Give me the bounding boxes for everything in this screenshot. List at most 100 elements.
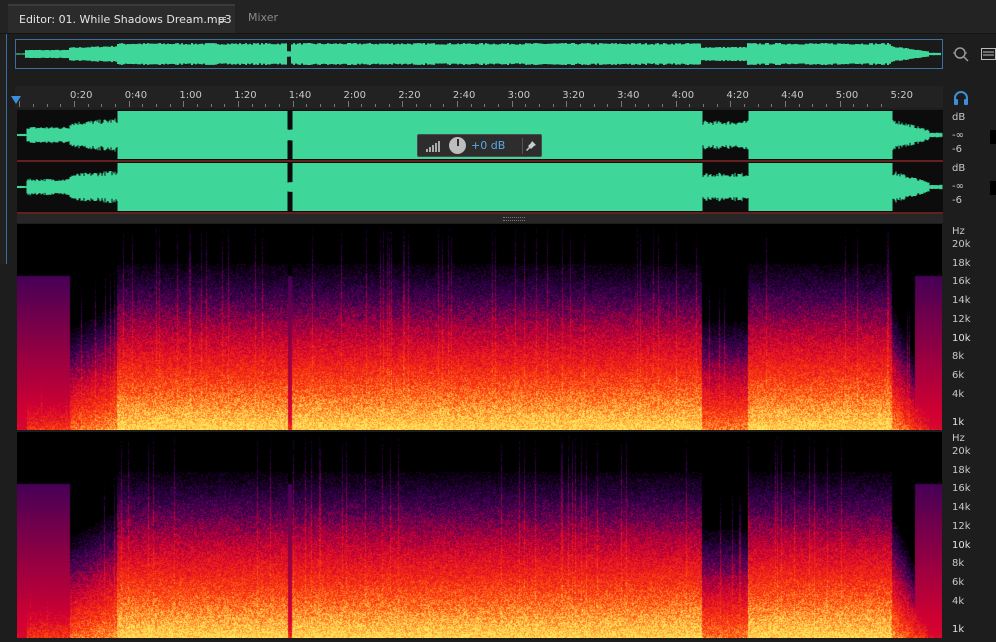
ruler-tick [456, 101, 458, 107]
ruler-tick [183, 101, 185, 107]
waveform-display[interactable] [16, 110, 943, 214]
ruler-tick [443, 104, 445, 107]
frequency-label: 1k [952, 417, 965, 428]
spectral-display-left[interactable] [17, 224, 942, 430]
ruler-label: 0:20 [70, 90, 93, 101]
ruler-label: 2:00 [343, 90, 366, 101]
ruler-label: 3:00 [507, 90, 531, 101]
ruler-tick [60, 104, 62, 107]
frequency-label: 6k [952, 370, 965, 381]
view-splitter[interactable] [17, 214, 943, 223]
ruler-tick [538, 104, 540, 107]
frequency-label: 18k [952, 465, 971, 476]
overview-wave-path [16, 42, 941, 66]
ruler-label: 4:00 [671, 90, 695, 101]
frequency-label: 18k [952, 258, 971, 269]
waveform-right-channel [16, 163, 943, 211]
ruler-tick [347, 101, 349, 107]
ruler-tick [798, 104, 800, 107]
db-unit: dB [952, 112, 966, 123]
frequency-label: 14k [952, 295, 971, 306]
ruler-label: 5:20 [890, 90, 913, 101]
spectrogram-right [17, 432, 942, 638]
tab-editor-label: Editor: 01. While Shadows Dream.mp3 [19, 13, 232, 26]
frequency-unit: Hz [952, 226, 965, 237]
ruler-tick [333, 104, 335, 107]
tab-editor[interactable]: Editor: 01. While Shadows Dream.mp3 ≡ [8, 4, 235, 33]
ruler-tick [142, 104, 144, 107]
ruler-label: 2:20 [398, 90, 421, 101]
ruler-tick [32, 104, 34, 107]
ruler-tick [429, 104, 431, 107]
tab-bar: Editor: 01. While Shadows Dream.mp3 ≡ Mi… [0, 0, 996, 34]
ruler-tick [593, 104, 595, 107]
ruler-tick [566, 101, 568, 107]
zoom-icon[interactable] [952, 45, 970, 63]
db-minus6: -6 [952, 195, 962, 206]
gain-hud[interactable]: +0 dB [417, 134, 542, 157]
ruler-tick [689, 104, 691, 107]
spectral-display-right[interactable] [17, 432, 942, 638]
ruler-tick [265, 104, 267, 107]
ruler-tick [757, 104, 759, 107]
side-meter [990, 181, 996, 195]
frequency-label: 10k [952, 333, 971, 344]
frequency-label: 20k [952, 239, 971, 250]
ruler-tick [662, 104, 664, 107]
ruler-tick [730, 101, 732, 107]
ruler-tick [292, 101, 294, 107]
db-inf: -∞ [952, 181, 964, 192]
ruler-tick [867, 104, 869, 107]
frequency-label: 8k [952, 558, 965, 569]
playhead-marker[interactable] [11, 96, 21, 104]
gain-knob[interactable] [449, 137, 466, 154]
side-meter [990, 130, 996, 144]
ruler-tick [552, 104, 554, 107]
ruler-tick [74, 101, 75, 107]
ruler-tick [238, 101, 240, 107]
ruler-tick [579, 104, 581, 107]
ruler-tick [210, 104, 212, 107]
splitter-grip[interactable] [503, 217, 525, 221]
ruler-tick [470, 104, 472, 107]
ruler-tick [101, 104, 103, 107]
headphones-icon[interactable] [953, 91, 969, 105]
ruler-tick [716, 104, 718, 107]
ruler-tick [826, 104, 828, 107]
tab-menu-icon[interactable]: ≡ [218, 6, 227, 34]
tab-mixer[interactable]: Mixer [236, 4, 296, 33]
ruler-tick [497, 104, 499, 107]
ruler-tick [415, 104, 417, 107]
ruler-label: 3:20 [562, 90, 585, 101]
signal-meter-icon [426, 141, 440, 152]
ruler-tick [634, 104, 636, 107]
gain-value[interactable]: +0 dB [471, 139, 505, 152]
frequency-scale-left: Hz 20k 18k 16k 14k 12k 10k 8k 6k 4k 1k [944, 226, 984, 432]
panel-icon[interactable] [981, 48, 996, 60]
ruler-tick [374, 104, 376, 107]
frequency-label: 8k [952, 351, 965, 362]
frequency-label: 20k [952, 446, 971, 457]
ruler-label: 0:40 [124, 90, 148, 101]
time-ruler[interactable]: 0:20 0:40 1:00 1:20 1:40 2:00 2:20 2:40 3:00 3:20… [15, 86, 943, 108]
ruler-tick [484, 104, 486, 107]
pin-icon[interactable] [522, 138, 539, 154]
ruler-tick [361, 104, 363, 107]
ruler-tick [279, 104, 281, 107]
ruler-tick [607, 104, 609, 107]
ruler-tick [388, 104, 390, 107]
ruler-tick [169, 104, 171, 107]
overview-navigator[interactable] [15, 39, 943, 69]
ruler-label: 1:00 [179, 90, 202, 101]
frequency-label: 4k [952, 389, 965, 400]
ruler-tick [853, 104, 855, 107]
ruler-tick [703, 104, 705, 107]
ruler-tick [648, 104, 650, 107]
ruler-tick [771, 104, 773, 107]
ruler-label: 5:00 [835, 90, 859, 101]
ruler-label: 4:40 [781, 90, 804, 101]
ruler-tick [402, 101, 404, 107]
ruler-tick [251, 104, 253, 107]
frequency-label: 4k [952, 596, 965, 607]
db-minus6: -6 [952, 144, 962, 155]
